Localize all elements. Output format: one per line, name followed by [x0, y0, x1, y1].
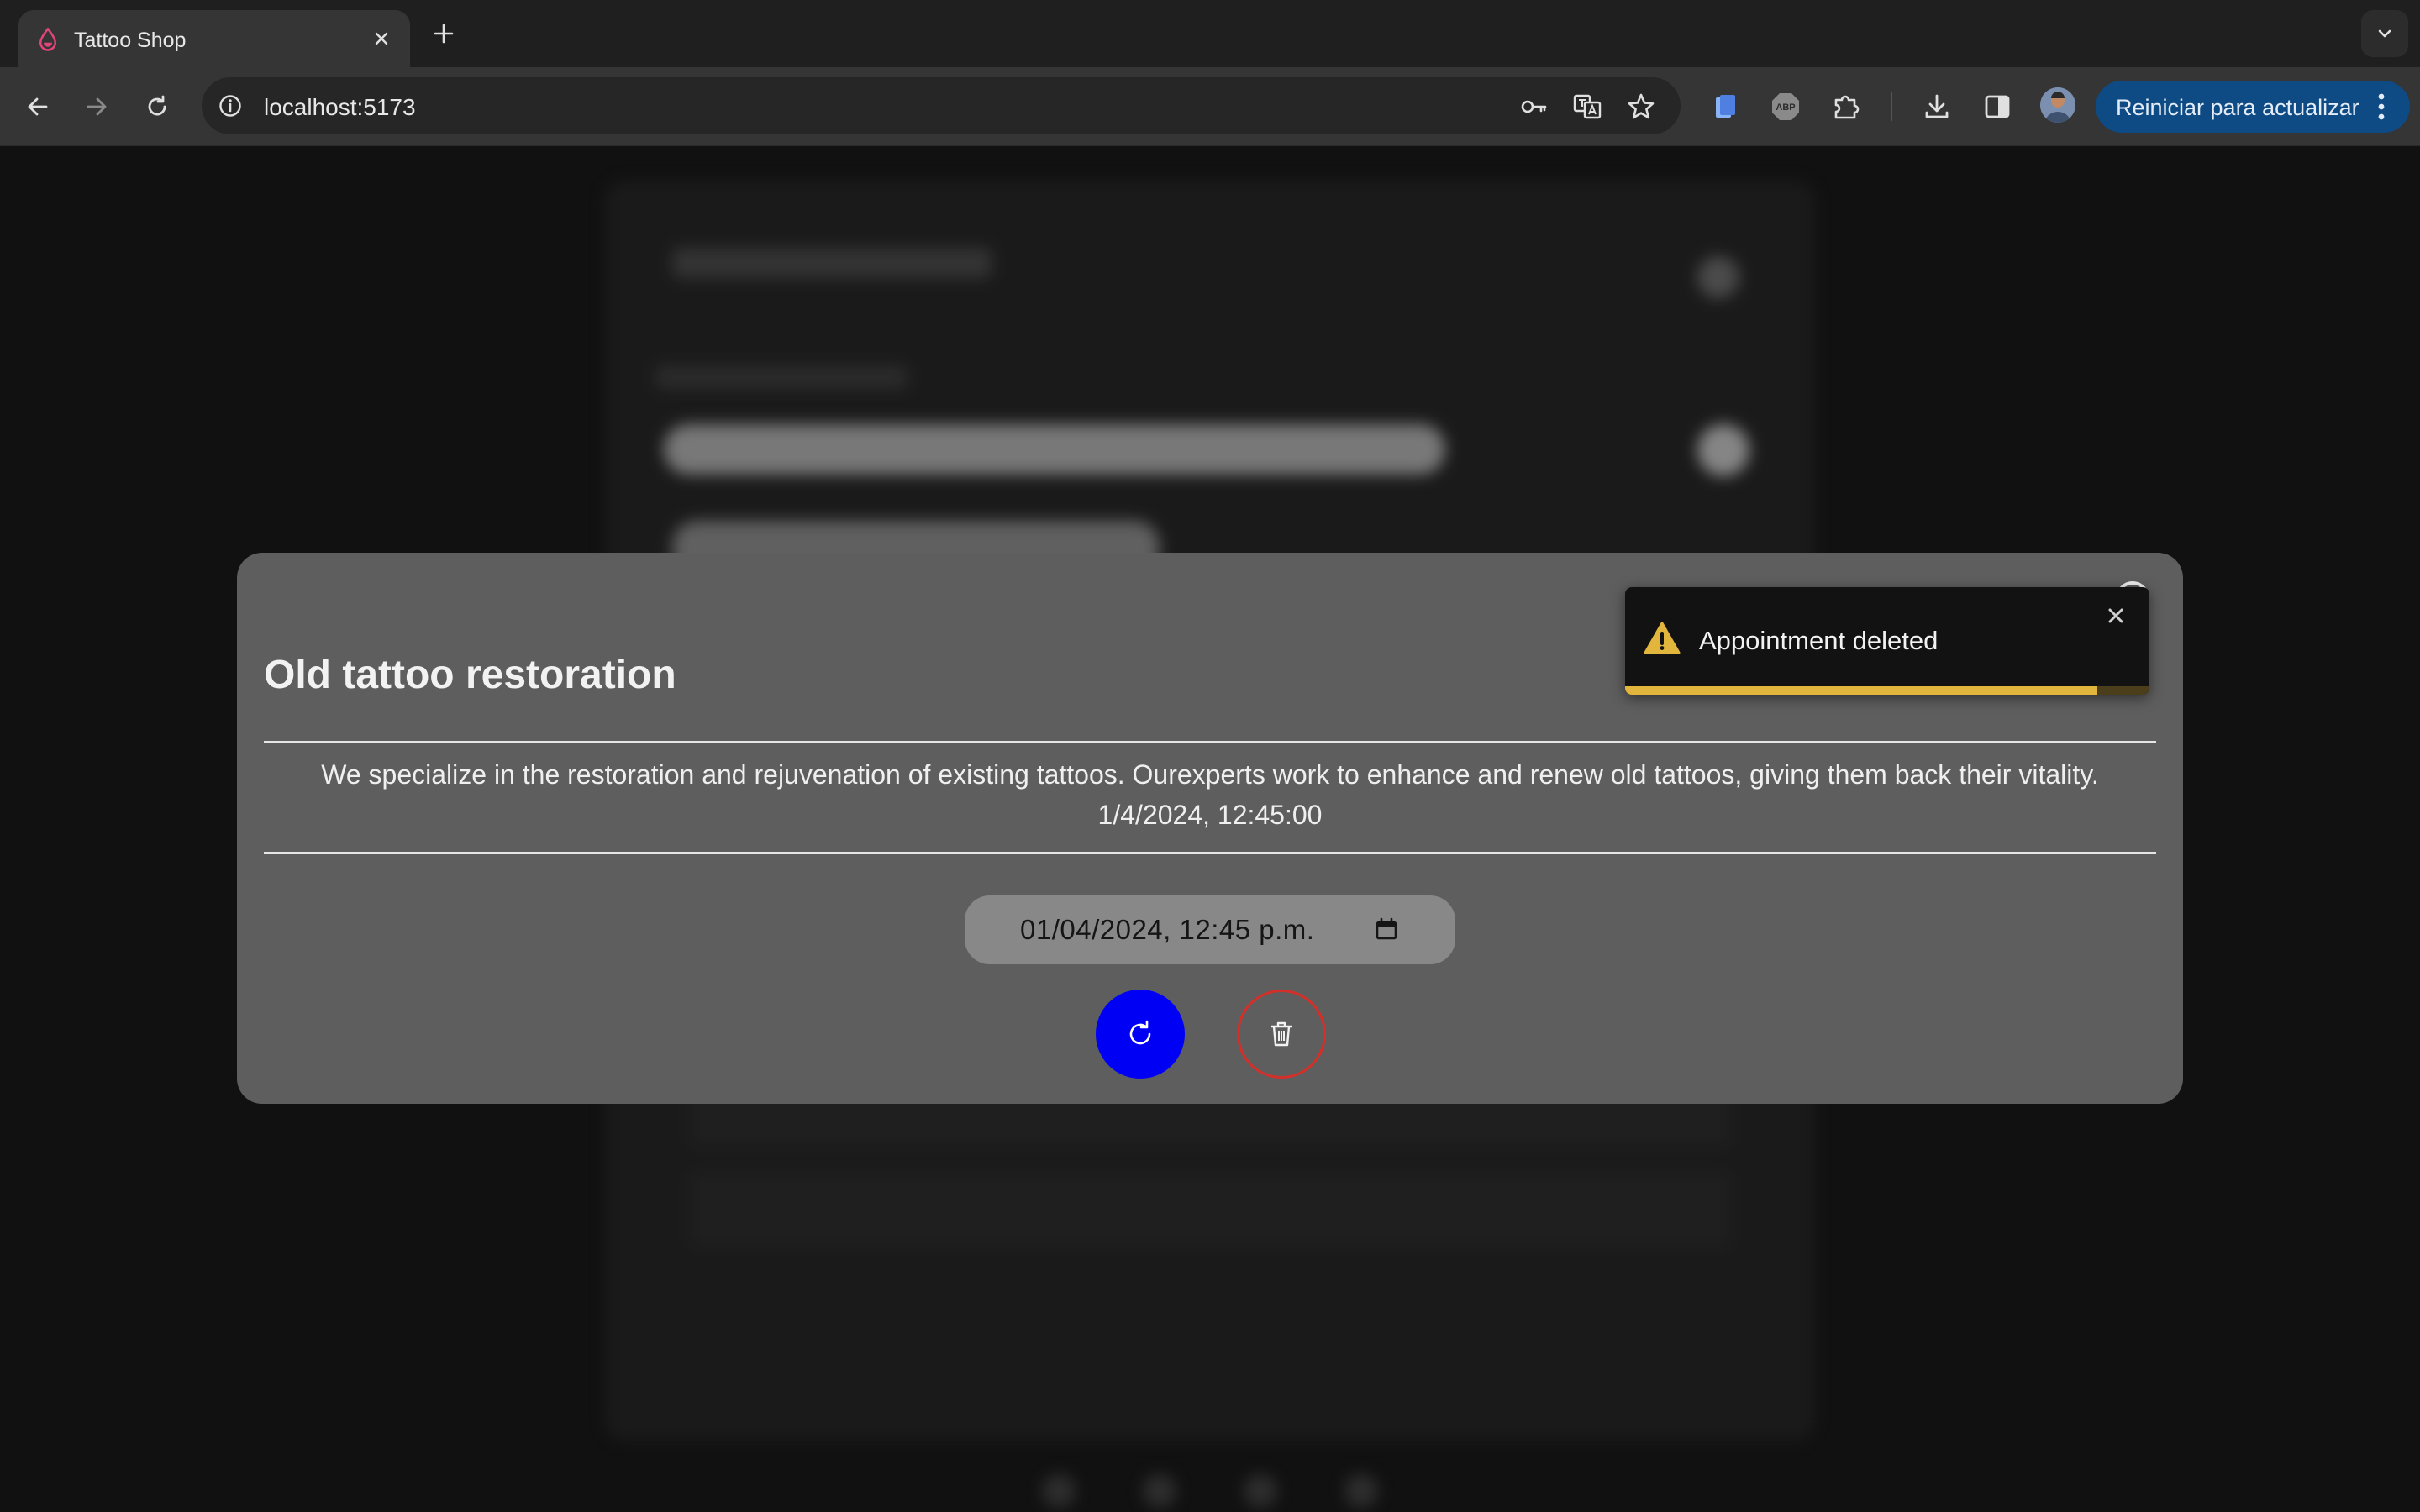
profile-avatar[interactable] [2040, 87, 2075, 123]
more-vertical-icon[interactable] [2365, 90, 2398, 123]
datetime-input-value: 01/04/2024, 12:45 p.m. [1020, 914, 1315, 945]
back-arrow-icon[interactable] [17, 86, 59, 128]
url-text: localhost:5173 [264, 94, 416, 120]
calendar-icon[interactable] [1371, 914, 1402, 944]
svg-text:ABP: ABP [1776, 102, 1795, 113]
delete-appointment-button[interactable] [1237, 990, 1326, 1079]
download-icon[interactable] [1916, 86, 1958, 128]
refresh-icon [1129, 1020, 1151, 1045]
datetime-input[interactable]: 01/04/2024, 12:45 p.m. [965, 895, 1455, 964]
appointment-date: 1/4/2024, 12:45:00 [1097, 800, 1323, 830]
service-description: We specialize in the restoration and rej… [321, 759, 2099, 790]
update-button-label: Reiniciar para actualizar [2116, 95, 2360, 120]
browser-tabstrip: Tattoo Shop [0, 0, 2420, 67]
tab-close-icon[interactable] [366, 24, 397, 54]
adblock-abp-icon[interactable]: ABP [1765, 86, 1807, 128]
warning-icon [1644, 622, 1681, 654]
toast-notification: Appointment deleted [1625, 587, 2149, 695]
reload-icon[interactable] [136, 86, 178, 128]
tab-title: Tattoo Shop [74, 29, 187, 52]
new-tab-plus-icon[interactable] [427, 17, 460, 50]
password-key-icon[interactable] [1516, 89, 1551, 124]
toast-progress-track [1625, 686, 2149, 695]
divider-top [264, 741, 2156, 743]
bookmark-star-icon[interactable] [1623, 89, 1659, 124]
ink-drop-icon [39, 27, 57, 51]
extensions-puzzle-icon[interactable] [1825, 86, 1867, 128]
side-panel-icon[interactable] [1976, 86, 2018, 128]
divider-bottom [264, 852, 2156, 854]
address-bar[interactable]: localhost:5173 [202, 77, 1681, 134]
translate-icon[interactable] [1570, 89, 1605, 124]
restart-to-update-button[interactable]: Reiniciar para actualizar [2096, 81, 2410, 133]
forward-arrow-icon[interactable] [76, 86, 118, 128]
trash-icon [1271, 1021, 1292, 1047]
toast-close-icon[interactable] [2102, 602, 2129, 629]
toolbar-separator [1891, 92, 1892, 121]
toast-progress-bar [1625, 686, 2097, 695]
docs-extension-icon[interactable] [1704, 86, 1746, 128]
update-appointment-button[interactable] [1096, 990, 1185, 1079]
site-info-icon[interactable] [212, 87, 249, 124]
tab-search-chevron-icon[interactable] [2361, 10, 2408, 57]
browser-tab[interactable]: Tattoo Shop [18, 10, 410, 67]
service-title: Old tattoo restoration [264, 653, 676, 697]
toast-message: Appointment deleted [1699, 626, 1939, 655]
